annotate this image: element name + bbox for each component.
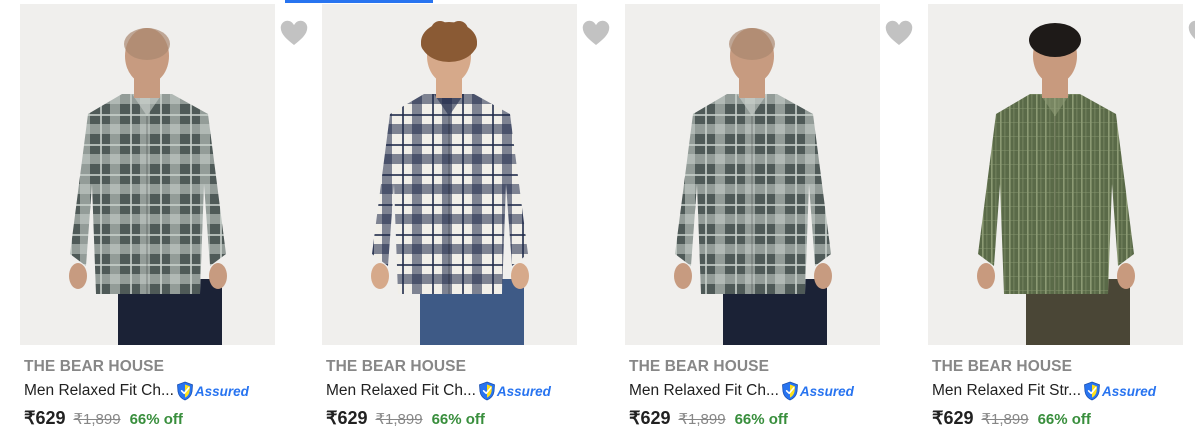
- discount-label: 66% off: [129, 411, 183, 428]
- product-card[interactable]: THE BEAR HOUSE Men Relaxed Fit Ch... Ass…: [625, 0, 915, 439]
- assured-shield-icon: [781, 381, 798, 401]
- assured-badge: Assured: [781, 381, 854, 401]
- product-brand: THE BEAR HOUSE: [24, 358, 165, 375]
- product-grid: THE BEAR HOUSE Men Relaxed Fit Ch... Ass…: [0, 0, 1195, 439]
- price-row: ₹629 ₹1,899 66% off: [326, 408, 485, 429]
- assured-shield-icon: [176, 381, 193, 401]
- assured-badge: Assured: [176, 381, 249, 401]
- product-image[interactable]: [322, 4, 577, 345]
- wishlist-heart-icon[interactable]: [1186, 18, 1195, 48]
- product-image[interactable]: [20, 4, 275, 345]
- product-image[interactable]: [928, 4, 1183, 345]
- assured-badge: Assured: [1083, 381, 1156, 401]
- selling-price: ₹629: [932, 408, 974, 428]
- assured-shield-icon: [478, 381, 495, 401]
- assured-shield-icon: [1084, 381, 1100, 401]
- product-title[interactable]: Men Relaxed Fit Ch...: [24, 382, 174, 400]
- product-title[interactable]: Men Relaxed Fit Str...: [932, 382, 1081, 400]
- discount-label: 66% off: [734, 411, 788, 428]
- discount-label: 66% off: [431, 411, 485, 428]
- wishlist-heart-icon[interactable]: [278, 18, 310, 48]
- price-row: ₹629 ₹1,899 66% off: [24, 408, 183, 429]
- product-card[interactable]: THE BEAR HOUSE Men Relaxed Fit Ch... Ass…: [20, 0, 310, 439]
- selling-price: ₹629: [629, 408, 671, 428]
- original-price: ₹1,899: [375, 411, 423, 428]
- original-price: ₹1,899: [73, 411, 121, 428]
- wishlist-heart-icon[interactable]: [580, 18, 612, 48]
- product-card[interactable]: THE BEAR HOUSE Men Relaxed Fit Ch... Ass…: [322, 0, 612, 439]
- wishlist-heart-icon[interactable]: [883, 18, 915, 48]
- assured-badge: Assured: [478, 381, 551, 401]
- original-price: ₹1,899: [678, 411, 726, 428]
- product-image[interactable]: [625, 4, 880, 345]
- price-row: ₹629 ₹1,899 66% off: [932, 408, 1091, 429]
- product-title[interactable]: Men Relaxed Fit Ch...: [629, 382, 779, 400]
- product-brand: THE BEAR HOUSE: [932, 358, 1073, 375]
- product-title[interactable]: Men Relaxed Fit Ch...: [326, 382, 476, 400]
- discount-label: 66% off: [1037, 411, 1091, 428]
- original-price: ₹1,899: [981, 411, 1029, 428]
- price-row: ₹629 ₹1,899 66% off: [629, 408, 788, 429]
- product-brand: THE BEAR HOUSE: [326, 358, 467, 375]
- selling-price: ₹629: [326, 408, 368, 428]
- selling-price: ₹629: [24, 408, 66, 428]
- product-card[interactable]: THE BEAR HOUSE Men Relaxed Fit Str... As…: [928, 0, 1195, 439]
- product-brand: THE BEAR HOUSE: [629, 358, 770, 375]
